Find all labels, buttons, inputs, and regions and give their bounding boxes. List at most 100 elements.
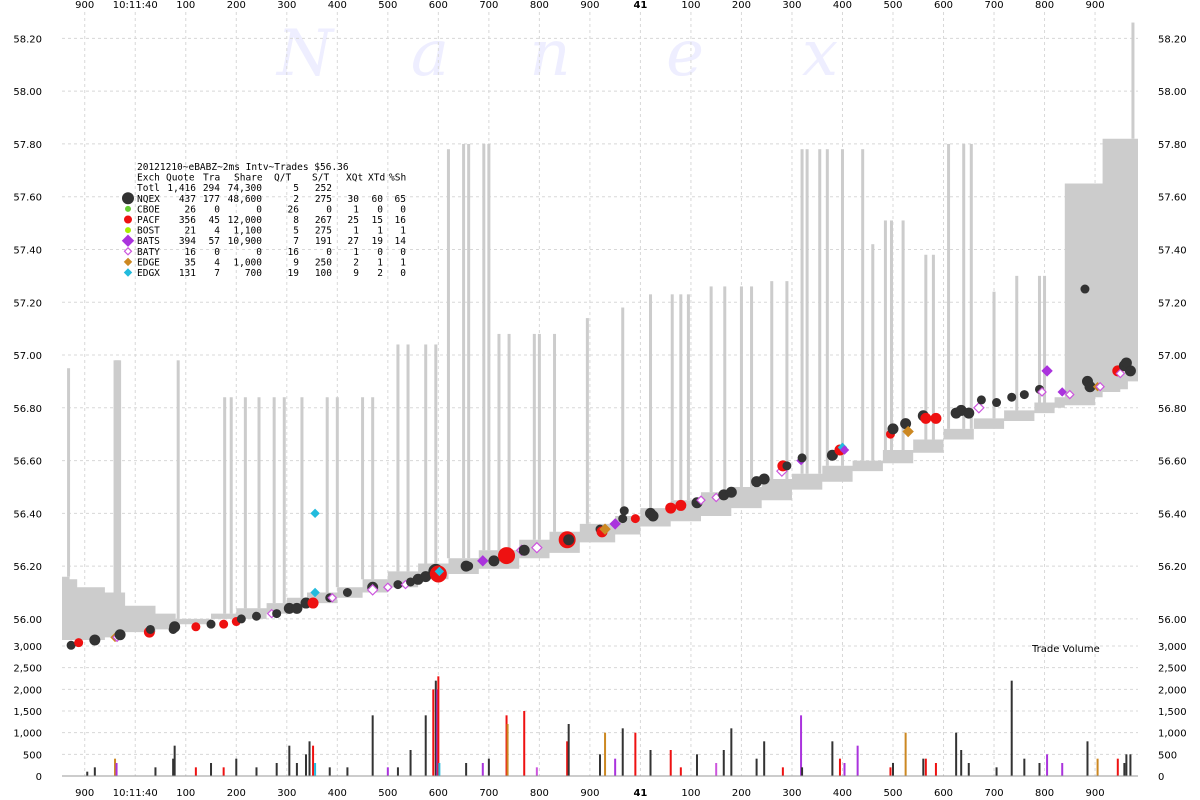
price-tick-label: 56.80 xyxy=(1158,404,1187,415)
volume-bar xyxy=(535,767,538,776)
time-tick-label: 500 xyxy=(378,788,397,799)
legend-cell: 9 xyxy=(353,268,359,279)
price-tick-label: 56.20 xyxy=(13,562,42,573)
trade-point xyxy=(342,588,352,598)
ask-spike xyxy=(335,397,339,588)
volume-bar xyxy=(634,732,637,776)
ask-spike xyxy=(532,333,536,540)
legend-cell: BATS xyxy=(137,236,160,247)
time-tick-label: 10:11:40 xyxy=(113,0,158,11)
watermark-letter: N xyxy=(275,17,335,91)
legend-cell: 12,000 xyxy=(228,215,263,226)
ask-spike xyxy=(686,294,690,501)
volume-bar xyxy=(210,763,213,776)
price-tick-label: 57.60 xyxy=(13,193,42,204)
trade-point xyxy=(1080,284,1090,294)
volume-bar xyxy=(314,763,317,776)
trade-point xyxy=(169,621,181,633)
watermark-letter: n xyxy=(529,17,570,91)
trade-point xyxy=(89,634,101,646)
legend-cell: 0 xyxy=(400,204,406,215)
legend-cell: 0 xyxy=(326,247,332,258)
ask-spike xyxy=(396,344,400,572)
legend-cell: 1 xyxy=(353,204,359,215)
legend-cell: 74,300 xyxy=(228,183,263,194)
legend-cell: 252 xyxy=(315,183,332,194)
volume-bar xyxy=(604,732,607,776)
ask-spike xyxy=(67,368,71,577)
legend-column-header: Q/T xyxy=(274,173,291,184)
volume-bar xyxy=(995,767,998,776)
volume-tick-label: 3,000 xyxy=(1158,642,1187,653)
trade-point xyxy=(797,453,807,463)
legend-cell: 45 xyxy=(209,215,220,226)
trade-point xyxy=(973,401,985,414)
volume-tick-label: 500 xyxy=(1158,750,1177,761)
volume-bar xyxy=(304,754,307,776)
price-tick-label: 57.20 xyxy=(1158,298,1187,309)
volume-bar xyxy=(924,758,927,776)
time-tick-label: 500 xyxy=(378,0,397,11)
ask-spike xyxy=(434,344,438,564)
volume-bar xyxy=(1086,741,1089,776)
volume-bars xyxy=(86,676,1132,776)
trade-point xyxy=(464,561,474,571)
volume-bar xyxy=(801,767,804,776)
price-tick-label: 57.20 xyxy=(13,298,42,309)
volume-bar xyxy=(955,732,958,776)
legend-cell: BATY xyxy=(137,247,160,258)
price-tick-label: 57.00 xyxy=(13,351,42,362)
time-tick-label: 900 xyxy=(580,0,599,11)
legend-cell: 0 xyxy=(400,268,406,279)
time-tick-label: 200 xyxy=(732,0,751,11)
volume-tick-label: 1,500 xyxy=(1158,707,1187,718)
trade-point xyxy=(675,499,687,511)
trade-point xyxy=(145,624,155,634)
volume-bar xyxy=(432,689,435,776)
volume-tick-label: 2,500 xyxy=(13,664,42,675)
legend-cell: 1 xyxy=(353,226,359,237)
volume-bar xyxy=(838,758,841,776)
volume-bar xyxy=(409,750,412,776)
trade-point xyxy=(219,619,229,629)
price-tick-label: 56.60 xyxy=(1158,457,1187,468)
legend-column-header: Quote xyxy=(166,173,195,184)
ask-spike xyxy=(553,333,557,532)
time-tick-label: 100 xyxy=(681,0,700,11)
ask-spike xyxy=(467,143,471,559)
legend-cell: 700 xyxy=(245,268,262,279)
time-tick-label: 600 xyxy=(934,788,953,799)
legend-marker xyxy=(125,227,131,234)
volume-bar xyxy=(295,763,298,776)
volume-bar xyxy=(194,767,197,776)
volume-bar xyxy=(1129,754,1132,776)
volume-bar xyxy=(371,715,374,776)
ask-spike xyxy=(818,149,822,474)
legend-cell: 27 xyxy=(348,236,359,247)
volume-bar xyxy=(523,711,526,776)
legend-cell: 0 xyxy=(256,247,262,258)
legend-cell: 26 xyxy=(288,204,300,215)
legend-cell: 275 xyxy=(315,194,332,205)
trade-point xyxy=(887,423,899,435)
ask-spike xyxy=(800,149,804,474)
legend-cell: 2 xyxy=(293,194,299,205)
time-tick-label: 600 xyxy=(429,0,448,11)
quote-band xyxy=(62,22,1138,640)
price-tick-label: 56.40 xyxy=(13,509,42,520)
volume-bar xyxy=(960,750,963,776)
legend-cell: 0 xyxy=(214,247,220,258)
ask-spike xyxy=(325,397,329,593)
volume-bar xyxy=(437,676,440,776)
watermark: Na n e x xyxy=(275,17,838,91)
ask-spike xyxy=(962,143,966,429)
volume-bar xyxy=(922,758,925,776)
time-tick-label: 900 xyxy=(75,0,94,11)
volume-bar xyxy=(614,758,617,776)
volume-bar xyxy=(506,724,509,776)
volume-tick-label: 2,000 xyxy=(1158,685,1187,696)
legend-cell: 14 xyxy=(395,236,407,247)
volume-bar xyxy=(1096,758,1099,776)
legend-cell: 1 xyxy=(400,226,406,237)
trade-point xyxy=(1019,390,1029,400)
